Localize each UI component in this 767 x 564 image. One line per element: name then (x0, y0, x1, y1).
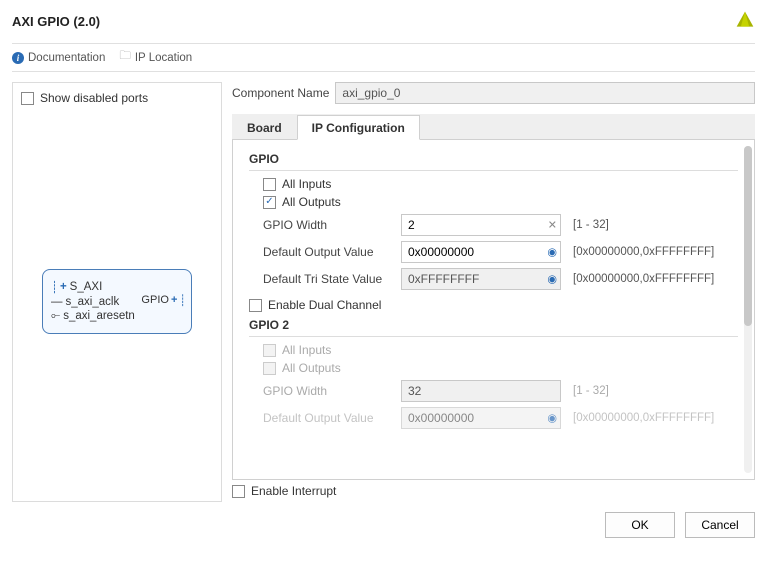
dialog-title: AXI GPIO (2.0) (12, 14, 100, 29)
tab-ip-configuration[interactable]: IP Configuration (297, 115, 420, 140)
bus-icon: ┊ (179, 294, 185, 307)
checkbox-icon (21, 92, 34, 105)
gpio2-width-label: GPIO Width (263, 384, 393, 398)
ip-location-link[interactable]: 🗀 IP Location (119, 48, 192, 67)
pin-icon: — (51, 296, 63, 308)
gpio1-dout-label: Default Output Value (263, 245, 393, 259)
config-panel: GPIO All Inputs All Outputs GPIO Width ✕ (232, 140, 755, 480)
scrollbar-thumb[interactable] (744, 146, 752, 326)
expand-icon: + (60, 281, 67, 293)
gpio1-all-inputs-checkbox[interactable]: All Inputs (263, 177, 738, 191)
show-disabled-ports-label: Show disabled ports (40, 91, 148, 105)
gpio1-all-outputs-checkbox[interactable]: All Outputs (263, 195, 738, 209)
divider (249, 170, 738, 171)
gpio1-tri-input[interactable] (401, 268, 561, 290)
enable-dual-channel-label: Enable Dual Channel (268, 298, 381, 312)
pin-reset-icon: ⟜ (51, 310, 60, 323)
gpio1-width-label: GPIO Width (263, 218, 393, 232)
folder-icon: 🗀 (119, 48, 131, 67)
gpio1-dout-input[interactable] (401, 241, 561, 263)
gpio1-all-inputs-label: All Inputs (282, 177, 331, 191)
gpio2-all-inputs-label: All Inputs (282, 343, 331, 357)
enable-interrupt-label: Enable Interrupt (251, 484, 336, 498)
checkbox-icon (232, 485, 245, 498)
port-s-axi-aresetn: s_axi_aresetn (63, 310, 135, 322)
component-name-input[interactable] (335, 82, 755, 104)
gpio1-tri-label: Default Tri State Value (263, 272, 393, 286)
expand-icon: + (171, 294, 177, 306)
ok-button[interactable]: OK (605, 512, 675, 538)
gpio2-width-input (401, 380, 561, 402)
checkbox-icon (263, 178, 276, 191)
checkbox-disabled-icon (263, 362, 276, 375)
documentation-label: Documentation (28, 52, 105, 64)
vertical-scrollbar[interactable] (744, 146, 752, 473)
gpio1-width-input[interactable] (401, 214, 561, 236)
gpio2-all-inputs-checkbox: All Inputs (263, 343, 738, 357)
port-gpio: GPIO (141, 294, 169, 306)
gpio2-dout-hint: [0x00000000,0xFFFFFFFF] (573, 412, 714, 424)
component-name-label: Component Name (232, 86, 329, 100)
checkbox-disabled-icon (263, 344, 276, 357)
preview-pane: Show disabled ports ┊+S_AXI —s_axi_aclk … (12, 82, 222, 502)
ip-block-diagram: ┊+S_AXI —s_axi_aclk ⟜s_axi_aresetn GPIO+… (42, 269, 192, 334)
gpio1-tri-hint: [0x00000000,0xFFFFFFFF] (573, 273, 714, 285)
checkbox-icon (249, 299, 262, 312)
port-s-axi-aclk: s_axi_aclk (66, 296, 120, 308)
gpio1-group-title: GPIO (249, 152, 738, 166)
gpio1-width-hint: [1 - 32] (573, 219, 609, 231)
gpio2-width-hint: [1 - 32] (573, 385, 609, 397)
gpio2-dout-label: Default Output Value (263, 411, 393, 425)
gpio2-all-outputs-label: All Outputs (282, 361, 341, 375)
documentation-link[interactable]: i Documentation (12, 52, 105, 64)
show-disabled-ports-checkbox[interactable]: Show disabled ports (21, 91, 213, 105)
checkbox-checked-icon (263, 196, 276, 209)
gpio2-all-outputs-checkbox: All Outputs (263, 361, 738, 375)
enable-dual-channel-checkbox[interactable]: Enable Dual Channel (249, 298, 738, 312)
divider (249, 336, 738, 337)
gpio1-dout-hint: [0x00000000,0xFFFFFFFF] (573, 246, 714, 258)
gpio2-group-title: GPIO 2 (249, 318, 738, 332)
enable-interrupt-checkbox[interactable]: Enable Interrupt (232, 484, 336, 498)
ip-location-label: IP Location (135, 52, 192, 64)
tabs: Board IP Configuration (232, 114, 755, 140)
tab-board[interactable]: Board (232, 115, 297, 140)
info-icon: i (12, 52, 24, 64)
port-s-axi: S_AXI (70, 281, 103, 293)
bus-icon: ┊ (51, 280, 57, 294)
gpio2-dout-input (401, 407, 561, 429)
toolbar: i Documentation 🗀 IP Location (12, 43, 755, 72)
cancel-button[interactable]: Cancel (685, 512, 755, 538)
gpio1-all-outputs-label: All Outputs (282, 195, 341, 209)
vendor-logo-icon (735, 10, 755, 33)
